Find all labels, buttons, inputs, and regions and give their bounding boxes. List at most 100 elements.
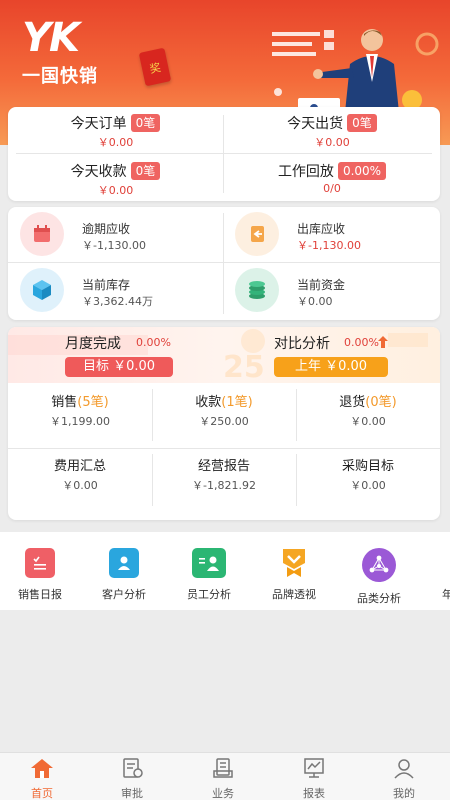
last-year-pill[interactable]: 上年 ￥0.00: [274, 357, 388, 377]
shortcut-staff-analysis[interactable]: 员工分析: [166, 548, 252, 602]
shortcut-more[interactable]: 年: [420, 548, 450, 602]
tab-profile[interactable]: 我的: [374, 757, 434, 800]
metric-sales[interactable]: 销售(5笔) ￥1,199.00: [8, 391, 152, 429]
shortcut-customer-analysis[interactable]: 客户分析: [81, 548, 167, 602]
metric-collections-label: 收款: [195, 395, 222, 410]
today-shipments-value: ￥0.00: [314, 136, 350, 149]
metric-report-value: ￥-1,821.92: [192, 479, 256, 492]
today-collections-badge: 0笔: [130, 162, 161, 180]
metric-collections[interactable]: 收款(1笔) ￥250.00: [152, 391, 296, 429]
tab-label: 业务: [212, 787, 234, 800]
metric-returns-value: ￥0.00: [350, 415, 386, 428]
today-orders-label: 今天订单: [70, 116, 127, 132]
monthly-completion-pct: 0.00%: [136, 336, 171, 349]
metric-returns-label: 退货: [339, 395, 366, 410]
metric-sales-label: 销售: [51, 395, 78, 410]
today-orders-badge: 0笔: [130, 114, 161, 132]
divider: [223, 213, 224, 314]
approval-icon: [123, 758, 143, 778]
metric-expense-value: ￥0.00: [62, 479, 98, 492]
divider: [16, 153, 432, 154]
metric-business-report[interactable]: 经营报告 ￥-1,821.92: [152, 455, 296, 493]
brand-medal-icon: [279, 548, 309, 578]
shortcut-row: 销售日报 客户分析 员工分析 品牌透视 品类分析 年: [0, 532, 450, 610]
work-playback[interactable]: 工作回放 0.00% 0/0: [224, 161, 440, 195]
customer-icon: [109, 548, 139, 578]
funds-value: ￥0.00: [297, 295, 333, 308]
outbound-icon: [235, 212, 279, 256]
bottom-tab-bar: 首页 审批 业务 报表 我的: [0, 752, 450, 800]
calendar-icon: [20, 212, 64, 256]
metric-returns-count: (0笔): [365, 395, 397, 410]
monthly-target-pill[interactable]: 目标 ￥0.00: [65, 357, 173, 377]
tab-label: 首页: [31, 787, 53, 800]
metric-purchase-label: 采购目标: [341, 459, 394, 474]
tab-label: 审批: [121, 787, 143, 800]
profile-icon: [394, 759, 414, 779]
shortcut-label: 员工分析: [187, 588, 231, 601]
divider: [8, 262, 440, 263]
coins-icon: [235, 268, 279, 312]
tab-business[interactable]: 业务: [193, 757, 253, 800]
metric-expense-summary[interactable]: 费用汇总 ￥0.00: [8, 455, 152, 493]
logo-text: 一国快销: [22, 66, 98, 87]
metric-sales-value: ￥1,199.00: [50, 415, 110, 428]
metric-collections-value: ￥250.00: [199, 415, 249, 428]
today-shipments-label: 今天出货: [287, 116, 344, 132]
metric-purchase-target[interactable]: 采购目标 ￥0.00: [296, 455, 440, 493]
tab-reports[interactable]: 报表: [284, 757, 344, 800]
outbound-receivable-label: 出库应收: [297, 222, 346, 236]
funds-label: 当前资金: [297, 278, 346, 292]
business-icon: [213, 758, 233, 778]
work-playback-value: 0/0: [323, 182, 341, 195]
divider: [8, 448, 440, 449]
tab-label: 我的: [393, 787, 415, 800]
today-orders-value: ￥0.00: [97, 136, 134, 149]
compare-analysis-pct: 0.00%: [344, 336, 379, 349]
compare-analysis-label: 对比分析: [274, 336, 330, 352]
monthly-card: 25 月度完成 0.00% 目标 ￥0.00 对比分析 0.00% 上年 ￥0.…: [8, 327, 440, 520]
work-playback-label: 工作回放: [277, 164, 334, 180]
monthly-completion-label: 月度完成: [65, 336, 121, 352]
cube-icon: [20, 268, 64, 312]
metric-collections-count: (1笔): [221, 395, 253, 410]
inventory-label: 当前库存: [82, 278, 131, 292]
shortcut-category-analysis[interactable]: 品类分析: [336, 548, 422, 606]
sales-daily-icon: [25, 548, 55, 578]
tab-approval[interactable]: 审批: [102, 757, 162, 800]
arrow-up-icon: [378, 336, 388, 348]
work-playback-badge: 0.00%: [337, 162, 387, 180]
outbound-receivable-value: ￥-1,130.00: [297, 239, 361, 252]
staff-icon: [192, 548, 226, 578]
today-summary-card: 今天订单 0笔 ￥0.00 今天出货 0笔 ￥0.00 今天收款 0笔 ￥0.00 工…: [8, 107, 440, 201]
inventory-value: ￥3,362.44万: [82, 295, 153, 308]
shortcut-brand-perspective[interactable]: 品牌透视: [251, 548, 337, 602]
home-icon: [31, 759, 53, 778]
metric-purchase-value: ￥0.00: [350, 479, 386, 492]
metric-sales-count: (5笔): [77, 395, 109, 410]
metric-expense-label: 费用汇总: [53, 459, 106, 474]
app-logo: YK 一国快销: [22, 18, 98, 88]
overdue-receivable-value: ￥-1,130.00: [82, 239, 146, 252]
shortcut-label: 年: [442, 588, 450, 601]
logo-mark: YK: [22, 15, 80, 61]
more-icon: [425, 548, 450, 578]
shortcut-label: 销售日报: [18, 588, 62, 601]
shortcut-label: 品牌透视: [272, 588, 316, 601]
metric-returns[interactable]: 退货(0笔) ￥0.00: [296, 391, 440, 429]
shortcut-label: 品类分析: [357, 592, 401, 605]
band-watermark: 25: [223, 350, 265, 383]
overdue-receivable-label: 逾期应收: [82, 222, 131, 236]
today-shipments[interactable]: 今天出货 0笔 ￥0.00: [224, 113, 440, 150]
today-collections[interactable]: 今天收款 0笔 ￥0.00: [8, 161, 223, 198]
metric-report-label: 经营报告: [197, 459, 250, 474]
tab-label: 报表: [303, 787, 325, 800]
shortcut-sales-daily[interactable]: 销售日报: [0, 548, 83, 602]
shortcut-label: 客户分析: [102, 588, 146, 601]
tab-home[interactable]: 首页: [12, 757, 72, 800]
report-icon: [304, 758, 324, 778]
red-packet-icon: 奖: [138, 47, 172, 87]
category-network-icon: [362, 548, 396, 582]
today-orders[interactable]: 今天订单 0笔 ￥0.00: [8, 113, 223, 150]
today-collections-label: 今天收款: [70, 164, 127, 180]
